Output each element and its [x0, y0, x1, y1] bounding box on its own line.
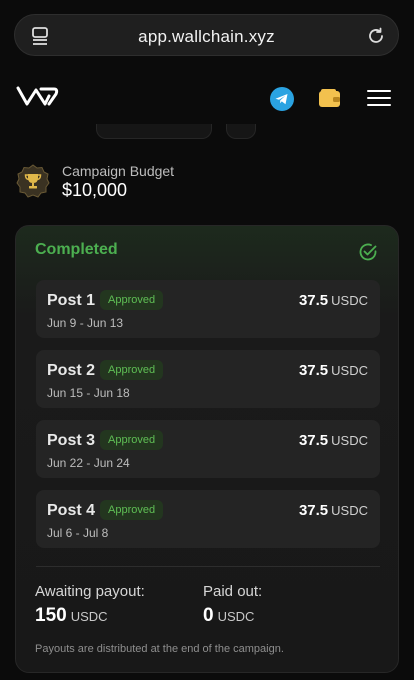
campaign-budget-value: $10,000 [62, 180, 128, 200]
trophy-icon [16, 164, 50, 198]
menu-icon[interactable] [367, 90, 391, 106]
status-completed: Completed [35, 241, 118, 258]
top-nav [0, 78, 414, 118]
post-dates: Jun 15 - Jun 18 [47, 386, 130, 400]
status-badge: Approved [100, 360, 164, 380]
amount-value: 37.5 [298, 292, 329, 309]
post-row[interactable]: Post 2 Approved Jun 15 - Jun 18 37.5 USDC [36, 350, 380, 408]
post-title: Post 2 [47, 362, 96, 379]
amount-value: 37.5 [298, 502, 329, 519]
post-amount: 37.5 USDC [299, 292, 368, 309]
wallchain-logo-icon[interactable] [16, 84, 60, 110]
awaiting-amount: 150 [35, 605, 67, 626]
post-row[interactable]: Post 3 Approved Jun 22 - Jun 24 37.5 USDC [36, 420, 380, 478]
post-title: Post 3 [47, 432, 96, 449]
url-text[interactable]: app.wallchain.xyz [15, 27, 398, 47]
divider [36, 566, 380, 567]
telegram-plane-icon [275, 94, 288, 105]
post-amount: 37.5 USDC [299, 502, 368, 519]
post-title: Post 4 [47, 502, 96, 519]
post-dates: Jun 22 - Jun 24 [47, 456, 130, 470]
campaign-budget-label: Campaign Budget [62, 163, 175, 179]
reload-icon[interactable] [366, 26, 386, 46]
payout-note: Payouts are distributed at the end of th… [35, 643, 284, 655]
scrolled-tab-pill[interactable] [96, 124, 212, 139]
post-amount: 37.5 USDC [299, 362, 368, 379]
post-row[interactable]: Post 1 Approved Jun 9 - Jun 13 37.5 USDC [36, 280, 380, 338]
telegram-icon[interactable] [270, 87, 294, 111]
wallet-icon[interactable] [318, 88, 341, 108]
scrolled-tab-pill-small[interactable] [226, 124, 256, 139]
paid-out-label: Paid out: [203, 583, 263, 600]
awaiting-payout-label: Awaiting payout: [35, 583, 145, 600]
check-circle-icon [359, 243, 377, 261]
status-badge: Approved [100, 290, 164, 310]
amount-currency: USDC [331, 433, 368, 448]
paid-out-value: 0 USDC [203, 605, 254, 627]
post-row[interactable]: Post 4 Approved Jul 6 - Jul 8 37.5 USDC [36, 490, 380, 548]
status-badge: Approved [100, 430, 164, 450]
amount-currency: USDC [331, 363, 368, 378]
status-badge: Approved [100, 500, 164, 520]
post-dates: Jun 9 - Jun 13 [47, 316, 124, 330]
post-title: Post 1 [47, 292, 96, 309]
amount-currency: USDC [331, 293, 368, 308]
post-dates: Jul 6 - Jul 8 [47, 526, 109, 540]
posts-card: Completed Post 1 Approved Jun 9 - Jun 13… [15, 225, 399, 673]
awaiting-payout-value: 150 USDC [35, 605, 108, 627]
amount-currency: USDC [331, 503, 368, 518]
amount-value: 37.5 [298, 432, 329, 449]
address-bar[interactable]: app.wallchain.xyz [14, 14, 399, 56]
amount-value: 37.5 [298, 362, 329, 379]
awaiting-currency: USDC [70, 609, 108, 624]
paid-currency: USDC [217, 609, 255, 624]
paid-amount: 0 [203, 605, 214, 626]
post-amount: 37.5 USDC [299, 432, 368, 449]
